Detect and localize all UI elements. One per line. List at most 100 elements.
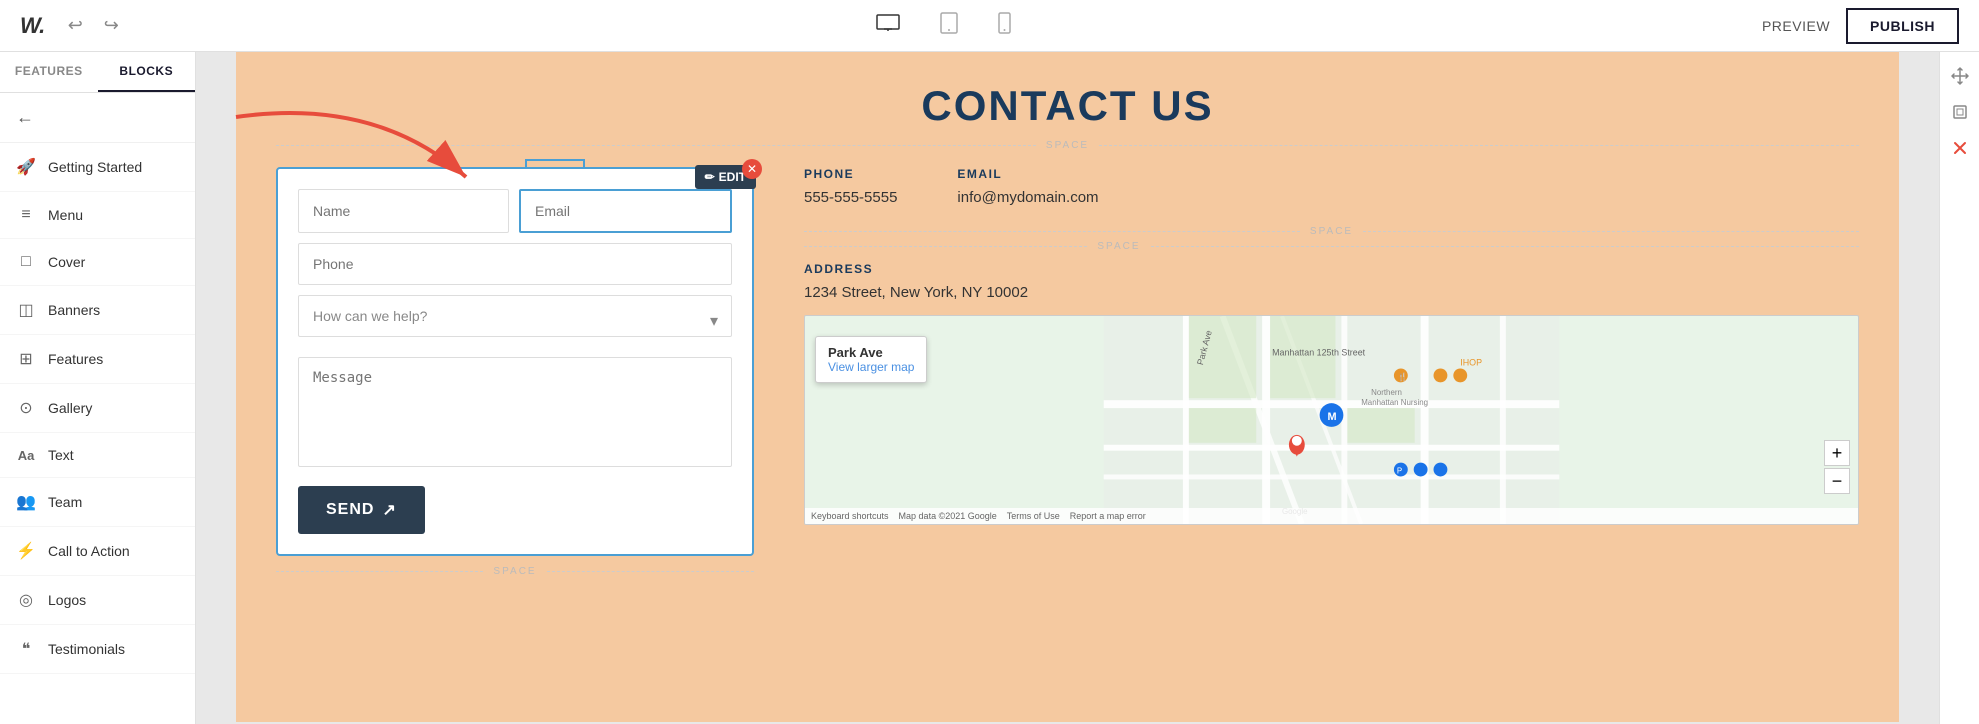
send-icon: ↗ bbox=[382, 500, 396, 520]
form-wrapper: ✏ ✏ EDIT EDIT ✕ bbox=[276, 167, 754, 577]
sidebar-item-call-to-action[interactable]: ⚡ Call to Action bbox=[0, 527, 195, 576]
svg-text:IHOP: IHOP bbox=[1460, 358, 1482, 368]
logo: W. bbox=[20, 13, 45, 39]
cta-icon: ⚡ bbox=[16, 541, 36, 561]
map-popup: Park Ave View larger map bbox=[815, 336, 927, 383]
space-line-2: SPACE bbox=[804, 241, 1859, 252]
contact-section: ✏ ✏ EDIT EDIT ✕ bbox=[236, 157, 1899, 597]
space-below-form: SPACE bbox=[276, 566, 754, 577]
gallery-icon: ⊙ bbox=[16, 398, 36, 418]
publish-button[interactable]: PUBLISH bbox=[1846, 8, 1959, 44]
contact-form: ✏ ✏ EDIT EDIT ✕ bbox=[276, 167, 754, 556]
phone-input[interactable] bbox=[298, 243, 732, 285]
menu-icon: ≡ bbox=[16, 206, 36, 224]
map-svg: Park Ave Manhattan 125th Street Northern… bbox=[805, 316, 1858, 524]
space-label-1: SPACE bbox=[1046, 140, 1089, 151]
desktop-view-button[interactable] bbox=[868, 10, 908, 42]
sidebar-item-cover[interactable]: □ Cover bbox=[0, 239, 195, 286]
tab-features[interactable]: FEATURES bbox=[0, 52, 98, 92]
email-label: EMAIL bbox=[957, 167, 1098, 181]
svg-text:M: M bbox=[1328, 411, 1337, 423]
device-switcher bbox=[868, 8, 1019, 44]
email-input[interactable] bbox=[519, 189, 732, 233]
send-button[interactable]: SEND ↗ bbox=[298, 486, 425, 534]
edit-icon: ✏ bbox=[705, 170, 715, 184]
undo-redo-group: ↩ ↪ bbox=[61, 12, 125, 40]
svg-text:Manhattan Nursing: Manhattan Nursing bbox=[1361, 398, 1428, 407]
sidebar: FEATURES BLOCKS ← 🚀 Getting Started ≡ Me… bbox=[0, 52, 196, 724]
preview-button[interactable]: PREVIEW bbox=[1762, 18, 1830, 34]
map-terms[interactable]: Terms of Use bbox=[1007, 511, 1060, 521]
text-icon: Aa bbox=[16, 448, 36, 463]
svg-text:🍴: 🍴 bbox=[1398, 371, 1408, 381]
banners-icon: ◫ bbox=[16, 300, 36, 320]
tablet-view-button[interactable] bbox=[932, 8, 966, 44]
map-container[interactable]: Park Ave Manhattan 125th Street Northern… bbox=[804, 315, 1859, 525]
move-button[interactable] bbox=[1946, 62, 1974, 90]
sidebar-item-label: Gallery bbox=[48, 400, 92, 416]
address-value: 1234 Street, New York, NY 10002 bbox=[804, 284, 1859, 301]
rocket-icon: 🚀 bbox=[16, 157, 36, 177]
name-input[interactable] bbox=[298, 189, 509, 233]
form-close-button[interactable]: ✕ bbox=[742, 159, 762, 179]
logos-icon: ◎ bbox=[16, 590, 36, 610]
sidebar-item-label: Banners bbox=[48, 302, 100, 318]
phone-col: PHONE 555-555-5555 bbox=[804, 167, 897, 206]
sidebar-item-label: Features bbox=[48, 351, 103, 367]
svg-text:P: P bbox=[1397, 466, 1402, 475]
phone-email-row: PHONE 555-555-5555 EMAIL info@mydomain.c… bbox=[804, 167, 1859, 206]
sidebar-item-label: Menu bbox=[48, 207, 83, 223]
cover-icon: □ bbox=[16, 253, 36, 271]
popup-link[interactable]: View larger map bbox=[828, 360, 914, 374]
zoom-in-button[interactable]: + bbox=[1824, 440, 1850, 466]
sidebar-back-button[interactable]: ← bbox=[0, 93, 195, 143]
sidebar-item-getting-started[interactable]: 🚀 Getting Started bbox=[0, 143, 195, 192]
popup-title: Park Ave bbox=[828, 345, 914, 360]
testimonials-icon: ❝ bbox=[16, 639, 36, 659]
sidebar-item-team[interactable]: 👥 Team bbox=[0, 478, 195, 527]
map-zoom-controls: + − bbox=[1824, 440, 1850, 494]
sidebar-item-label: Cover bbox=[48, 254, 85, 270]
page-title: CONTACT US bbox=[236, 82, 1899, 130]
map-keyboard-shortcuts: Keyboard shortcuts bbox=[811, 511, 889, 521]
email-selection-indicator bbox=[525, 159, 585, 169]
sidebar-item-label: Logos bbox=[48, 592, 86, 608]
redo-button[interactable]: ↪ bbox=[97, 12, 125, 40]
svg-text:Manhattan 125th Street: Manhattan 125th Street bbox=[1272, 348, 1366, 358]
sidebar-item-label: Team bbox=[48, 494, 82, 510]
sidebar-tabs: FEATURES BLOCKS bbox=[0, 52, 195, 93]
sidebar-item-banners[interactable]: ◫ Banners bbox=[0, 286, 195, 335]
tab-blocks[interactable]: BLOCKS bbox=[98, 52, 196, 92]
right-toolbar bbox=[1939, 52, 1979, 724]
message-textarea[interactable] bbox=[298, 357, 732, 467]
sidebar-item-testimonials[interactable]: ❝ Testimonials bbox=[0, 625, 195, 674]
email-col: EMAIL info@mydomain.com bbox=[957, 167, 1098, 206]
phone-label: PHONE bbox=[804, 167, 897, 181]
contact-header: CONTACT US bbox=[236, 52, 1899, 140]
features-icon: ⊞ bbox=[16, 349, 36, 369]
map-report[interactable]: Report a map error bbox=[1070, 511, 1146, 521]
sidebar-item-menu[interactable]: ≡ Menu bbox=[0, 192, 195, 239]
main-layout: FEATURES BLOCKS ← 🚀 Getting Started ≡ Me… bbox=[0, 52, 1979, 724]
zoom-out-button[interactable]: − bbox=[1824, 468, 1850, 494]
sidebar-item-label: Getting Started bbox=[48, 159, 142, 175]
sidebar-item-gallery[interactable]: ⊙ Gallery bbox=[0, 384, 195, 433]
sidebar-item-label: Call to Action bbox=[48, 543, 130, 559]
map-footer: Keyboard shortcuts Map data ©2021 Google… bbox=[805, 508, 1858, 524]
help-dropdown[interactable]: How can we help? bbox=[298, 295, 732, 337]
back-icon: ← bbox=[16, 107, 34, 128]
sidebar-item-label: Text bbox=[48, 447, 74, 463]
map-data-credit: Map data ©2021 Google bbox=[899, 511, 997, 521]
sidebar-item-text[interactable]: Aa Text bbox=[0, 433, 195, 478]
sidebar-item-features[interactable]: ⊞ Features bbox=[0, 335, 195, 384]
resize-button[interactable] bbox=[1946, 98, 1974, 126]
name-email-row bbox=[298, 189, 732, 233]
sidebar-item-logos[interactable]: ◎ Logos bbox=[0, 576, 195, 625]
undo-button[interactable]: ↩ bbox=[61, 12, 89, 40]
svg-text:Northern: Northern bbox=[1371, 388, 1402, 397]
close-button[interactable] bbox=[1946, 134, 1974, 162]
phone-value: 555-555-5555 bbox=[804, 189, 897, 206]
mobile-view-button[interactable] bbox=[990, 8, 1019, 44]
canvas-area: CONTACT US SPACE bbox=[196, 52, 1939, 724]
info-section: PHONE 555-555-5555 EMAIL info@mydomain.c… bbox=[754, 167, 1859, 577]
